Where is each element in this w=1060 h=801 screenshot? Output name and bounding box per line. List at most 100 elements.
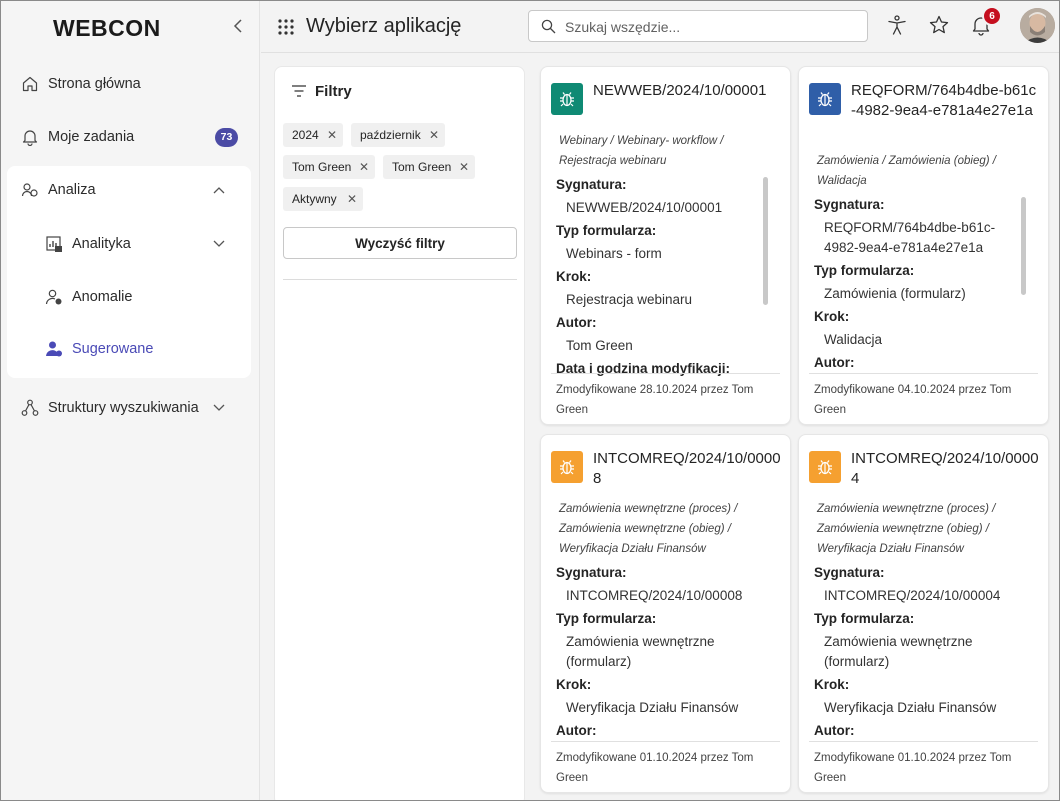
- field-value: INTCOMREQ/2024/10/00004: [824, 588, 1001, 603]
- bell-icon: [22, 130, 38, 146]
- filters-panel: Filtry 2024 ✕ październik ✕ Tom Green ✕ …: [274, 66, 525, 800]
- card-fields: Sygnatura: INTCOMREQ/2024/10/00008 Typ f…: [556, 563, 766, 744]
- divider: [283, 279, 517, 280]
- user-avatar[interactable]: [1020, 8, 1055, 43]
- filter-chip[interactable]: październik ✕: [351, 123, 445, 147]
- filter-chip[interactable]: Tom Green ✕: [283, 155, 375, 179]
- search-icon: [541, 19, 556, 34]
- card-path: Zamówienia wewnętrzne (proces) / Zamówie…: [817, 503, 996, 555]
- field-label: Sygnatura:: [814, 197, 885, 212]
- divider: [551, 741, 780, 742]
- star-icon[interactable]: [928, 14, 950, 36]
- bug-icon: [560, 460, 574, 475]
- field-value: Rejestracja webinaru: [566, 292, 693, 307]
- field-value: NEWWEB/2024/10/00001: [566, 200, 723, 215]
- card-path: Webinary / Webinary- workflow / Rejestra…: [559, 135, 724, 167]
- chip-label: październik: [360, 128, 421, 142]
- bug-icon: [818, 92, 832, 107]
- filter-chip[interactable]: Tom Green ✕: [383, 155, 475, 179]
- logo-row: WEBCON: [1, 1, 259, 53]
- sidebar-item-label: Analiza: [48, 182, 96, 198]
- home-icon: [22, 76, 38, 92]
- sidebar-item-sugerowane[interactable]: Sugerowane: [7, 324, 251, 374]
- filters-title: Filtry: [315, 83, 352, 100]
- chip-label: Tom Green: [392, 160, 452, 174]
- chevron-down-icon[interactable]: [213, 240, 225, 248]
- filter-icon: [292, 85, 306, 97]
- sidebar-item-label: Analityka: [72, 236, 131, 252]
- chevron-down-icon[interactable]: [213, 404, 225, 412]
- scrollbar[interactable]: [763, 177, 768, 305]
- field-label: Krok:: [556, 269, 592, 284]
- card-footer: Zmodyfikowane 28.10.2024 przez Tom Green: [556, 384, 754, 416]
- form-icon: [551, 451, 583, 483]
- field-label: Sygnatura:: [556, 565, 627, 580]
- field-value: REQFORM/764b4dbe-b61c-4982-9ea4-e781a4e2…: [824, 220, 996, 255]
- remove-chip-icon[interactable]: ✕: [459, 160, 469, 174]
- result-card[interactable]: INTCOMREQ/2024/10/00008 Zamówienia wewnę…: [540, 434, 791, 793]
- page-title[interactable]: Wybierz aplikację: [306, 15, 461, 38]
- field-label: Krok:: [814, 677, 850, 692]
- card-footer: Zmodyfikowane 01.10.2024 przez Tom Green: [556, 752, 754, 784]
- field-label: Typ formularza:: [556, 611, 657, 626]
- collapse-sidebar-icon[interactable]: [230, 15, 246, 37]
- sidebar-item-anomalie[interactable]: Anomalie: [7, 272, 251, 322]
- field-label: Typ formularza:: [814, 611, 915, 626]
- search-input[interactable]: [565, 17, 855, 37]
- notifications-badge: 6: [982, 6, 1002, 26]
- card-title[interactable]: REQFORM/764b4dbe-b61c-4982-9ea4-e781a4e2…: [851, 81, 1041, 121]
- analytics-icon: [21, 183, 38, 197]
- sidebar-item-struktury[interactable]: Struktury wyszukiwania: [7, 383, 251, 433]
- remove-chip-icon[interactable]: ✕: [429, 128, 439, 142]
- field-value: Webinars - form: [566, 246, 662, 261]
- sidebar-item-label: Moje zadania: [48, 129, 135, 145]
- search-box[interactable]: [528, 10, 868, 42]
- bug-icon: [818, 460, 832, 475]
- remove-chip-icon[interactable]: ✕: [327, 128, 337, 142]
- field-label: Sygnatura:: [556, 177, 627, 192]
- field-value: Zamówienia (formularz): [824, 286, 966, 301]
- sidebar-item-analityka[interactable]: Analityka: [7, 219, 251, 269]
- card-path: Zamówienia wewnętrzne (proces) / Zamówie…: [559, 503, 738, 555]
- field-value: Weryfikacja Działu Finansów: [824, 700, 997, 715]
- chevron-up-icon[interactable]: [213, 186, 225, 194]
- sidebar: WEBCON Strona główna Moje zadania 73 Ana…: [1, 1, 260, 800]
- sidebar-item-analiza[interactable]: Analiza: [7, 165, 251, 215]
- field-value: Zamówienia wewnętrzne (formularz): [824, 634, 973, 669]
- filter-chip[interactable]: Aktywny ✕: [283, 187, 363, 211]
- field-label: Sygnatura:: [814, 565, 885, 580]
- remove-chip-icon[interactable]: ✕: [347, 192, 357, 206]
- app-launcher-icon[interactable]: [278, 19, 294, 35]
- field-label: Krok:: [814, 309, 850, 324]
- webcon-logo[interactable]: WEBCON: [53, 15, 161, 42]
- result-card[interactable]: NEWWEB/2024/10/00001 Webinary / Webinary…: [540, 66, 791, 425]
- person-suggested-icon: [46, 341, 62, 357]
- divider: [809, 373, 1038, 374]
- accessibility-icon[interactable]: [886, 14, 908, 36]
- clear-filters-button[interactable]: Wyczyść filtry: [283, 227, 517, 259]
- top-bar: Wybierz aplikację 6: [261, 1, 1059, 53]
- sidebar-item-label: Sugerowane: [72, 341, 154, 357]
- field-value: Walidacja: [824, 332, 883, 347]
- sidebar-item-tasks[interactable]: Moje zadania 73: [7, 112, 251, 162]
- chip-label: Aktywny: [292, 192, 337, 206]
- field-value: INTCOMREQ/2024/10/00008: [566, 588, 743, 603]
- card-title[interactable]: INTCOMREQ/2024/10/00004: [851, 449, 1041, 489]
- filter-chip[interactable]: 2024 ✕: [283, 123, 343, 147]
- divider: [809, 741, 1038, 742]
- field-value: Tom Green: [566, 338, 633, 353]
- remove-chip-icon[interactable]: ✕: [359, 160, 369, 174]
- field-label: Data i godzina modyfikacji:: [556, 361, 731, 376]
- card-fields: Sygnatura: INTCOMREQ/2024/10/00004 Typ f…: [814, 563, 1024, 744]
- card-title[interactable]: NEWWEB/2024/10/00001: [593, 81, 783, 101]
- card-footer: Zmodyfikowane 04.10.2024 przez Tom Green: [814, 384, 1012, 416]
- sidebar-item-home[interactable]: Strona główna: [7, 59, 251, 109]
- result-card[interactable]: REQFORM/764b4dbe-b61c-4982-9ea4-e781a4e2…: [798, 66, 1049, 425]
- scrollbar[interactable]: [1021, 197, 1026, 295]
- field-value: Weryfikacja Działu Finansów: [566, 700, 739, 715]
- result-card[interactable]: INTCOMREQ/2024/10/00004 Zamówienia wewnę…: [798, 434, 1049, 793]
- field-label: Typ formularza:: [556, 223, 657, 238]
- card-title[interactable]: INTCOMREQ/2024/10/00008: [593, 449, 783, 489]
- person-alert-icon: [45, 289, 62, 305]
- card-fields: Sygnatura: REQFORM/764b4dbe-b61c-4982-9e…: [814, 195, 1024, 376]
